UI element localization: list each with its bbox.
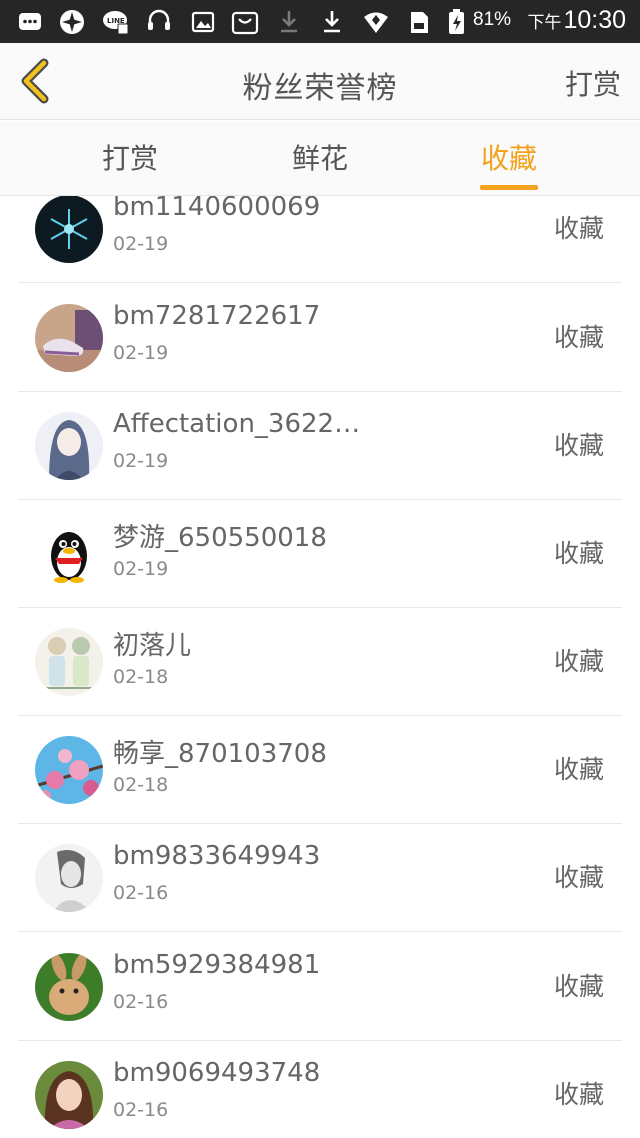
fan-date: 02-16 (113, 882, 169, 904)
tab-flowers[interactable]: 鲜花 (260, 137, 380, 177)
fan-name: 初落儿 (113, 631, 192, 661)
fan-name: Affectation_3622… (113, 409, 361, 439)
list-item[interactable]: bm1140600069 02-19 收藏 (18, 196, 622, 283)
fan-name: 畅享_870103708 (113, 739, 327, 769)
girl-photo-avatar (35, 1061, 103, 1129)
reward-button[interactable]: 打赏 (565, 63, 621, 103)
fan-name: bm7281722617 (113, 301, 321, 331)
tab-bar: 打赏 鲜花 收藏 (0, 121, 640, 196)
favorite-label: 收藏 (553, 755, 604, 784)
headset-chat-icon (148, 9, 170, 30)
favorite-label: 收藏 (553, 1080, 604, 1109)
rabbit-avatar (35, 953, 103, 1021)
sketch-couple-avatar (35, 628, 103, 696)
message-icon (19, 13, 41, 30)
tab-favorites[interactable]: 收藏 (449, 137, 569, 177)
list-item[interactable]: bm5929384981 02-16 收藏 (18, 933, 622, 1041)
blossom-avatar (35, 736, 103, 804)
line-app-icon: LINE (103, 11, 129, 35)
download-icon (324, 11, 340, 33)
sneaker-avatar (35, 304, 103, 372)
page-title: 粉丝荣誉榜 (242, 71, 398, 106)
list-item[interactable]: bm7281722617 02-19 收藏 (18, 284, 622, 392)
fan-date: 02-18 (113, 666, 169, 688)
fan-name: 梦游_650550018 (113, 523, 327, 553)
list-item[interactable]: bm9833649943 02-16 收藏 (18, 824, 622, 932)
fan-date: 02-19 (113, 450, 169, 472)
list-item[interactable]: 梦游_650550018 02-19 收藏 (18, 500, 622, 608)
fan-name: bm9069493748 (113, 1058, 321, 1088)
download-icon-grey (281, 11, 297, 33)
snowflake-avatar (35, 196, 103, 263)
battery-percent: 81% (473, 9, 512, 30)
app-header: 粉丝荣誉榜 打赏 (0, 43, 640, 120)
wifi-icon (364, 12, 388, 33)
image-icon (191, 11, 215, 33)
active-tab-indicator (480, 185, 538, 190)
grey-anime-avatar (35, 844, 103, 912)
fan-name: bm1140600069 (113, 196, 321, 222)
fan-date: 02-19 (113, 233, 169, 255)
shopping-bag-icon (231, 11, 259, 35)
fan-date: 02-16 (113, 991, 169, 1013)
list-item[interactable]: Affectation_3622… 02-19 收藏 (18, 392, 622, 500)
favorite-label: 收藏 (553, 863, 604, 892)
aperture-icon (60, 10, 84, 34)
clock: 下午10:30 (527, 6, 626, 35)
battery-charging-icon (449, 9, 464, 34)
list-item[interactable]: 畅享_870103708 02-18 收藏 (18, 716, 622, 824)
fan-date: 02-16 (113, 1099, 169, 1121)
time-prefix: 下午 (527, 13, 562, 32)
favorite-label: 收藏 (553, 972, 604, 1001)
fan-date: 02-19 (113, 558, 169, 580)
favorite-label: 收藏 (553, 647, 604, 676)
sim-card-icon (411, 12, 428, 33)
time-value: 10:30 (563, 6, 626, 34)
favorite-label: 收藏 (553, 431, 604, 460)
list-item[interactable]: 初落儿 02-18 收藏 (18, 608, 622, 716)
tab-reward[interactable]: 打赏 (70, 137, 190, 177)
anime-girl-avatar (35, 412, 103, 480)
penguin-avatar (35, 520, 103, 588)
favorite-label: 收藏 (553, 214, 604, 243)
fan-name: bm9833649943 (113, 841, 321, 871)
favorite-label: 收藏 (553, 539, 604, 568)
fan-date: 02-18 (113, 774, 169, 796)
fan-name: bm5929384981 (113, 950, 321, 980)
fan-date: 02-19 (113, 342, 169, 364)
list-item[interactable]: bm9069493748 02-16 收藏 (18, 1041, 622, 1138)
favorite-label: 收藏 (553, 323, 604, 352)
status-bar: LINE 81% 下午10:30 (0, 0, 640, 43)
fan-list: bm1140600069 02-19 收藏 bm7281722617 02-19… (0, 196, 640, 1138)
